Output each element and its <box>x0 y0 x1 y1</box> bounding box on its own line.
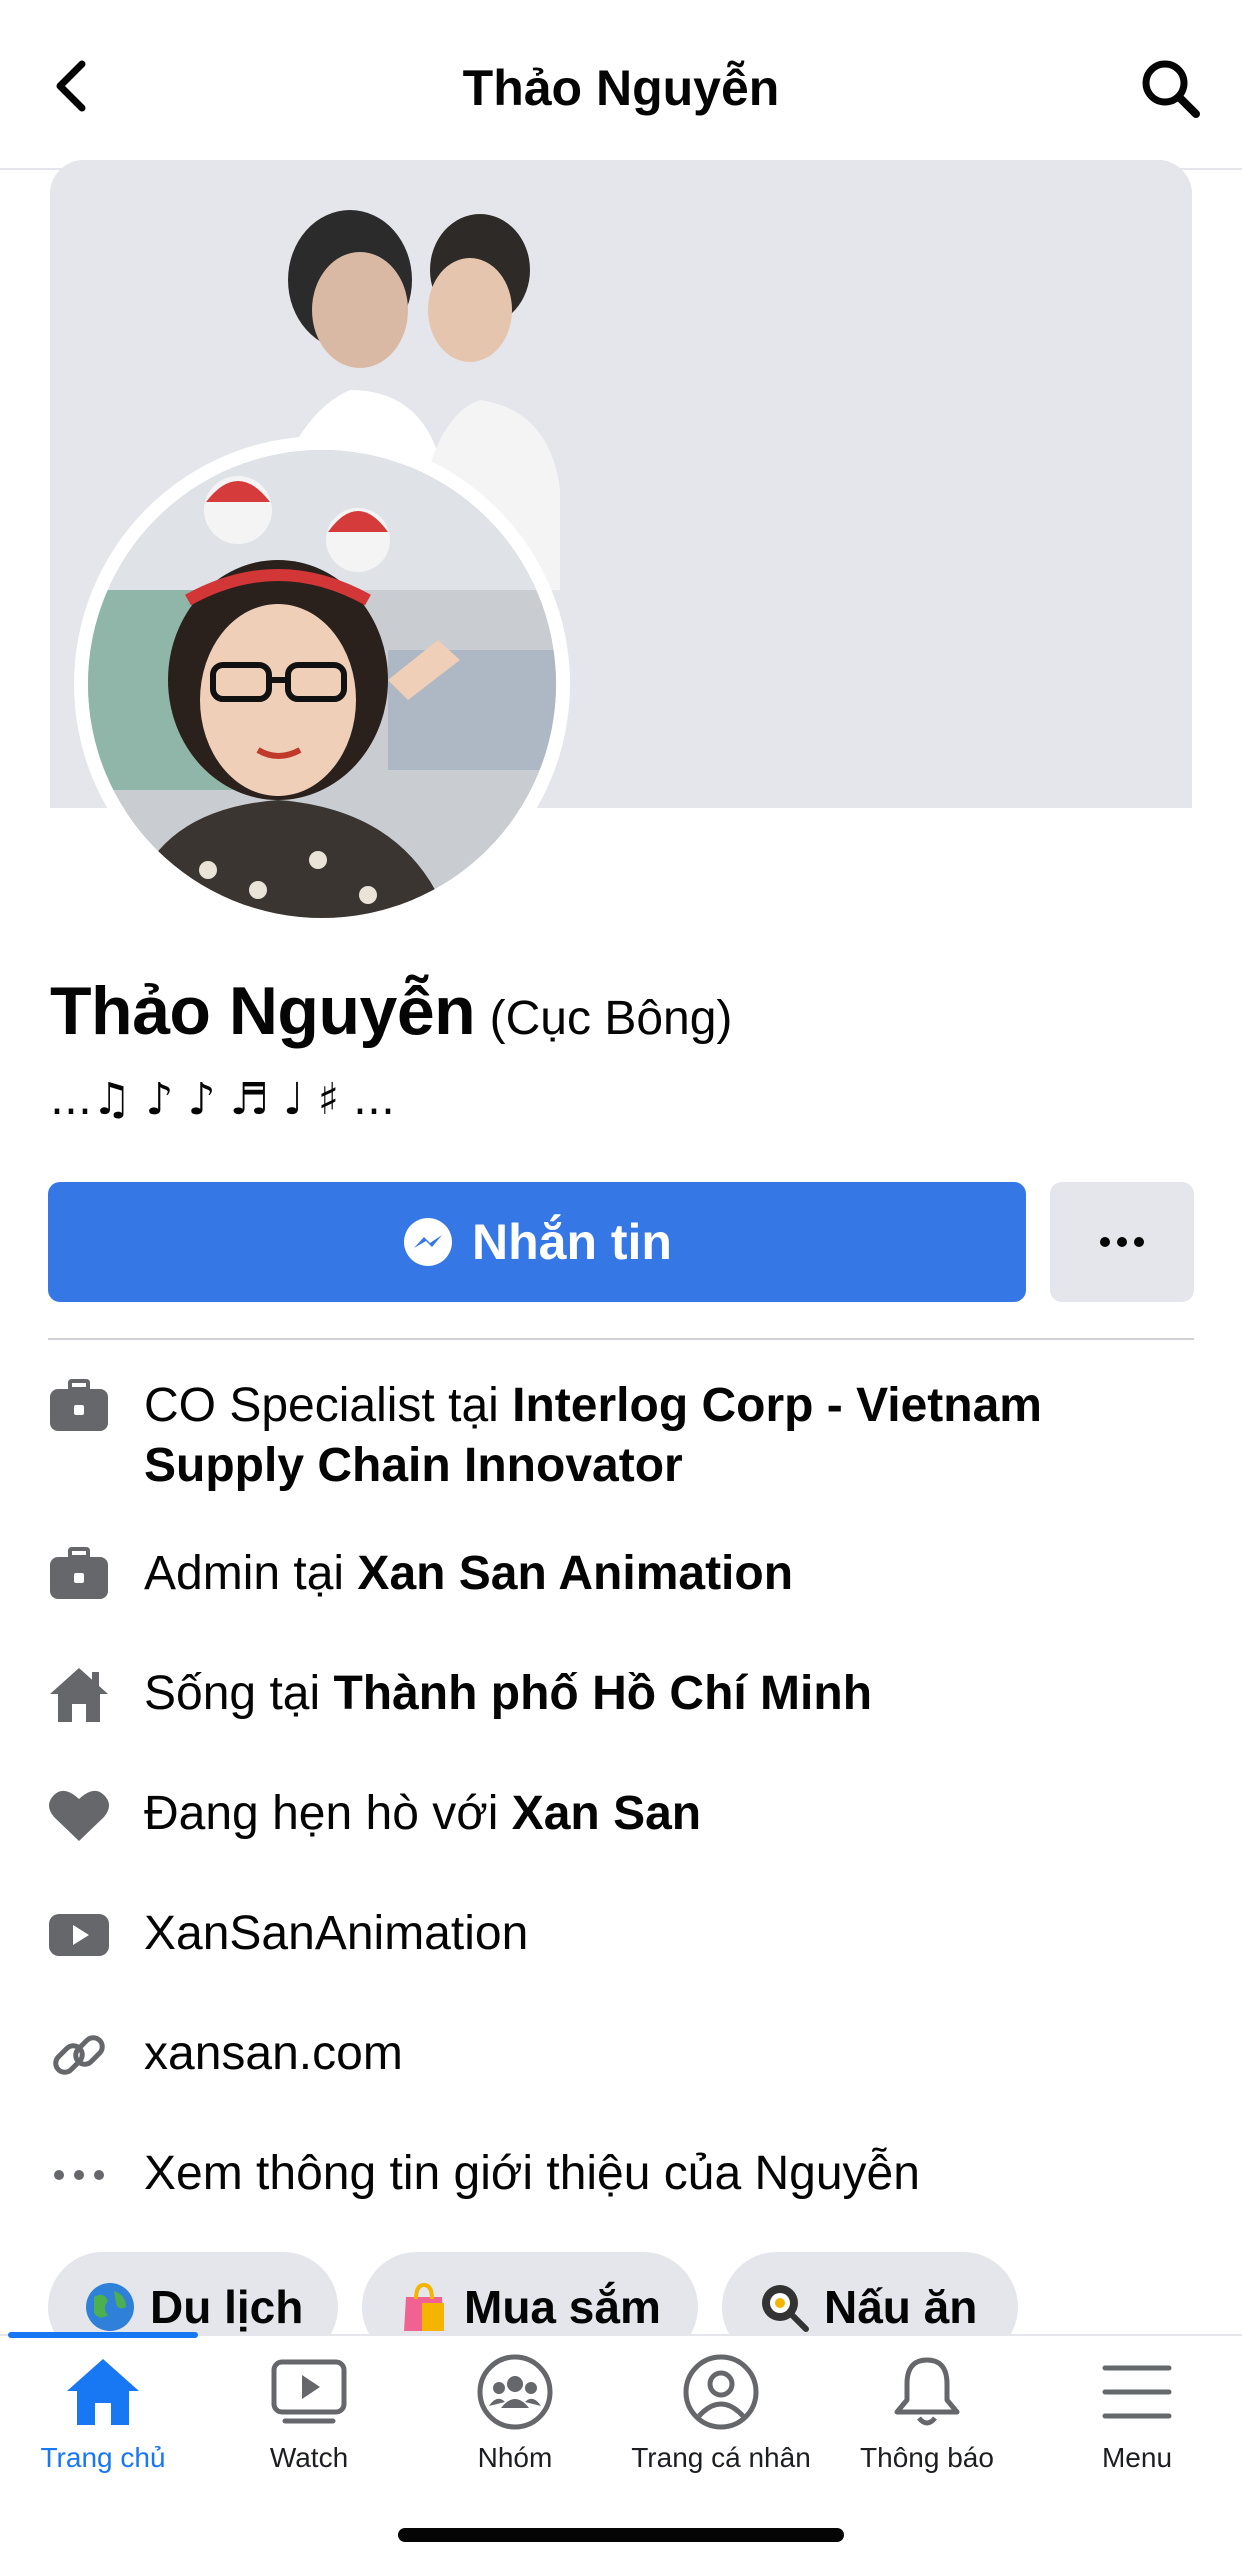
interest-chip-label: Du lịch <box>150 2281 304 2333</box>
messenger-icon <box>402 1216 454 1268</box>
intro-item-text: CO Specialist tại <box>144 1379 513 1432</box>
more-dots-icon <box>48 2144 110 2206</box>
intro-item-text: xansan.com <box>144 2027 403 2080</box>
tab-watch[interactable]: Watch <box>206 2350 412 2490</box>
interest-chip-label: Mua sắm <box>464 2281 661 2333</box>
home-tab-icon <box>61 2350 145 2434</box>
more-options-button[interactable] <box>1050 1182 1194 1302</box>
tab-label: Watch <box>269 2442 349 2473</box>
intro-item-website[interactable]: xansan.com <box>48 2024 1198 2086</box>
intro-item-text: Đang hẹn hò với <box>144 1787 512 1840</box>
shopping-bag-icon <box>398 2281 450 2333</box>
intro-item-see-about[interactable]: Xem thông tin giới thiệu của Nguyễn <box>48 2144 1198 2206</box>
intro-item-work-2[interactable]: Admin tại Xan San Animation <box>48 1544 1198 1606</box>
intro-item-relationship[interactable]: Đang hẹn hò với Xan San <box>48 1784 1198 1846</box>
menu-icon <box>1095 2350 1179 2434</box>
profile-name-line: Thảo Nguyễn (Cục Bông) <box>50 972 732 1050</box>
watch-icon <box>267 2350 351 2434</box>
intro-item-bold: Thành phố Hồ Chí Minh <box>333 1667 873 1720</box>
briefcase-icon <box>48 1544 110 1606</box>
section-divider <box>48 1338 1194 1340</box>
intro-item-text: XanSanAnimation <box>144 1907 529 1960</box>
intro-item-text: Xem thông tin giới thiệu của Nguyễn <box>144 2147 920 2200</box>
home-indicator <box>398 2528 844 2542</box>
avatar-image <box>88 450 556 918</box>
search-icon <box>1142 60 1200 118</box>
home-icon <box>48 1664 110 1726</box>
tab-notifications[interactable]: Thông báo <box>824 2350 1030 2490</box>
youtube-icon <box>48 1904 110 1966</box>
search-button[interactable] <box>1138 56 1204 122</box>
top-bar: Thảo Nguyễn <box>0 0 1242 170</box>
intro-item-text: Sống tại <box>144 1667 334 1720</box>
interest-chip-label: Nấu ăn <box>824 2281 978 2333</box>
profile-bio: ...♫ ♪ ♪ ♬ ♩ ♯ ... <box>50 1074 395 1125</box>
tab-label: Nhóm <box>477 2442 553 2473</box>
active-tab-indicator <box>8 2332 198 2338</box>
tab-menu[interactable]: Menu <box>1034 2350 1240 2490</box>
profile-page: Thảo Nguyễn Thảo Nguyễn (Cục Bông) ...♫ … <box>0 0 1242 2570</box>
profile-name: Thảo Nguyễn <box>50 973 476 1049</box>
frying-pan-icon <box>758 2281 810 2333</box>
link-icon <box>48 2024 110 2086</box>
intro-item-lives-in[interactable]: Sống tại Thành phố Hồ Chí Minh <box>48 1664 1198 1726</box>
intro-item-bold: Xan San <box>511 1787 702 1840</box>
intro-item-work-1[interactable]: CO Specialist tại Interlog Corp - Vietna… <box>48 1376 1198 1496</box>
intro-item-bold: Xan San Animation <box>357 1547 794 1600</box>
message-button-label: Nhắn tin <box>472 1214 672 1270</box>
tab-label: Trang cá nhân <box>631 2442 811 2473</box>
tab-home[interactable]: Trang chủ <box>0 2350 206 2490</box>
tab-label: Menu <box>1101 2442 1173 2473</box>
page-title: Thảo Nguyễn <box>462 60 780 116</box>
avatar[interactable] <box>88 450 556 918</box>
heart-icon <box>48 1784 110 1846</box>
groups-icon <box>473 2350 557 2434</box>
globe-icon <box>84 2281 136 2333</box>
tab-profile[interactable]: Trang cá nhân <box>618 2350 824 2490</box>
intro-item-text: Admin tại <box>144 1547 358 1600</box>
profile-alternate-name: (Cục Bông) <box>489 992 733 1045</box>
message-button[interactable]: Nhắn tin <box>48 1182 1026 1302</box>
tab-label: Thông báo <box>860 2442 994 2473</box>
more-dots-icon <box>1100 1237 1144 1247</box>
tab-groups[interactable]: Nhóm <box>412 2350 618 2490</box>
briefcase-icon <box>48 1376 110 1438</box>
intro-item-youtube[interactable]: XanSanAnimation <box>48 1904 1198 1966</box>
bell-icon <box>885 2350 969 2434</box>
profile-icon <box>679 2350 763 2434</box>
tab-label: Trang chủ <box>40 2442 166 2473</box>
